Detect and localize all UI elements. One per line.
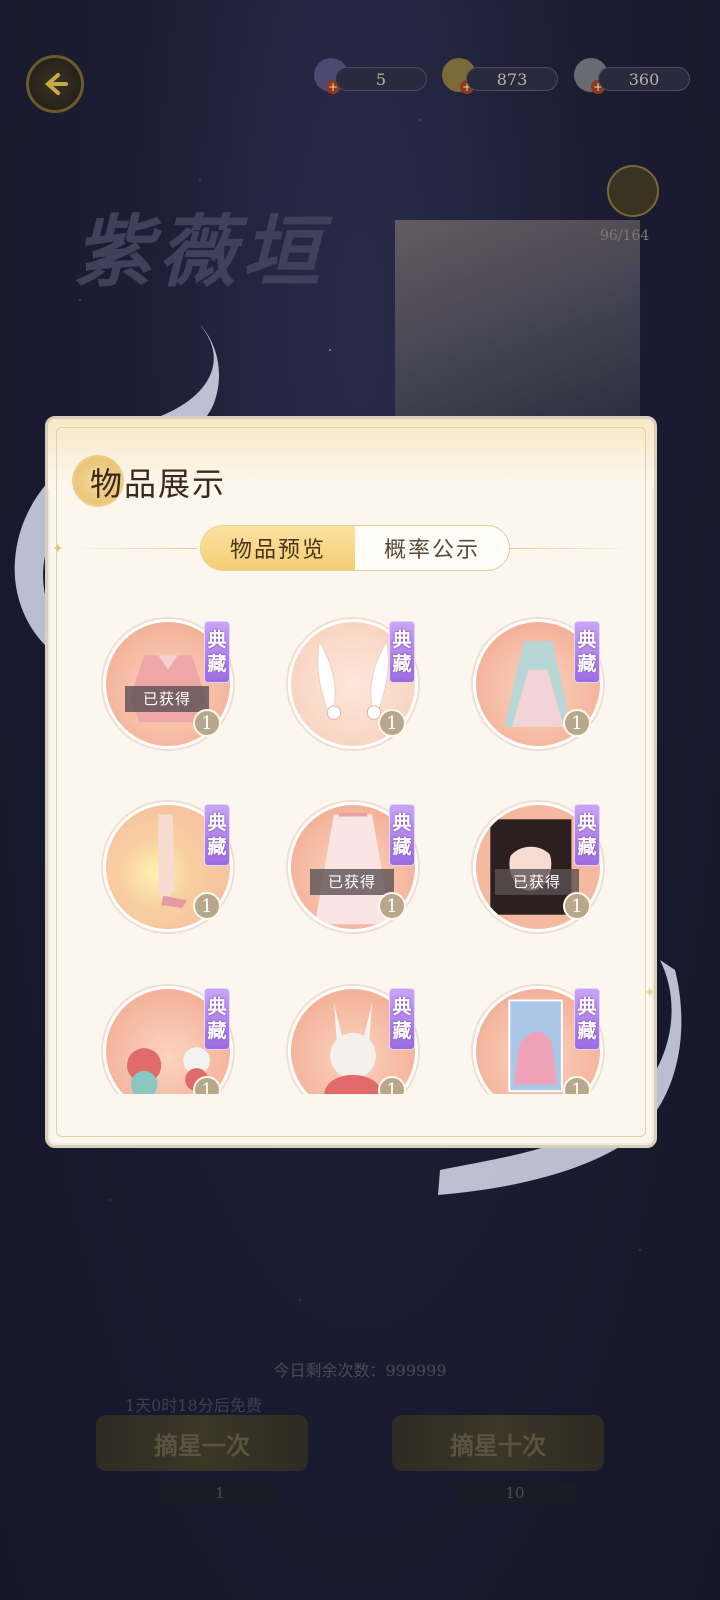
tab-item-preview[interactable]: 物品预览 xyxy=(201,526,355,570)
collection-tag: 典藏 xyxy=(204,804,230,866)
moon-badge-icon[interactable] xyxy=(607,165,659,217)
collection-tag: 典藏 xyxy=(389,804,415,866)
scene-title: 紫薇垣 xyxy=(74,207,327,298)
collection-tag: 典藏 xyxy=(574,988,600,1050)
collection-tag: 典藏 xyxy=(204,621,230,683)
pull-ten-cost: 10 xyxy=(455,1482,575,1504)
character-banner xyxy=(395,220,640,420)
pull-once-cost: 1 xyxy=(160,1482,280,1504)
item-slot[interactable]: 典藏 1 xyxy=(288,619,424,755)
item-slot[interactable]: 典藏 1 xyxy=(103,986,239,1094)
item-showcase-modal: 物品展示 ✦ 物品预览 概率公示 典藏 已获得 1 典 藏 1 典 藏 1 典 … xyxy=(45,416,657,1148)
item-count: 1 xyxy=(563,709,591,737)
item-slot[interactable]: 典藏 1 xyxy=(473,619,609,755)
item-slot[interactable]: 典藏 已获得 1 xyxy=(288,802,424,938)
item-slot[interactable]: 典藏 1 xyxy=(288,986,424,1094)
free-timer: 1天0时18分后免费 xyxy=(125,1396,262,1415)
obtained-label: 已获得 xyxy=(310,869,394,895)
pearl-count: 360 xyxy=(598,67,690,91)
item-count: 1 xyxy=(563,892,591,920)
item-grid: 典藏 已获得 1 典藏 1 典 藏 1 典 藏 1 典 藏 已获得 1 典 藏 … xyxy=(48,604,654,1094)
item-count: 1 xyxy=(378,709,406,737)
obtained-label: 已获得 xyxy=(125,686,209,712)
modal-tabs: 物品预览 概率公示 xyxy=(200,525,510,571)
item-slot[interactable]: 典藏 已获得 1 xyxy=(103,619,239,755)
tab-probability[interactable]: 概率公示 xyxy=(355,526,509,570)
item-slot[interactable]: 典藏 1 xyxy=(103,802,239,938)
collection-tag: 典藏 xyxy=(574,804,600,866)
gold-count: 873 xyxy=(466,67,558,91)
collection-tag: 典藏 xyxy=(389,621,415,683)
obtained-label: 已获得 xyxy=(495,869,579,895)
collection-tag: 典藏 xyxy=(574,621,600,683)
pull-ten-button[interactable]: 摘星十次 xyxy=(392,1415,604,1471)
sparkle-icon: ✦ xyxy=(644,985,656,1001)
collection-progress: 96/164 xyxy=(600,228,650,244)
item-count: 1 xyxy=(378,892,406,920)
item-slot[interactable]: 典藏 1 xyxy=(473,986,609,1094)
item-count: 1 xyxy=(193,709,221,737)
tab-divider-right xyxy=(510,548,640,549)
modal-title: 物品展示 xyxy=(90,465,227,503)
item-slot[interactable]: 典藏 已获得 1 xyxy=(473,802,609,938)
pull-once-button[interactable]: 摘星一次 xyxy=(96,1415,308,1471)
collection-tag: 典藏 xyxy=(389,988,415,1050)
tab-divider-left xyxy=(68,548,198,549)
collection-tag: 典藏 xyxy=(204,988,230,1050)
sparkle-icon: ✦ xyxy=(52,541,64,557)
item-count: 1 xyxy=(193,892,221,920)
ticket-count: 5 xyxy=(335,67,427,91)
back-button[interactable] xyxy=(26,55,84,113)
back-arrow-icon xyxy=(45,73,68,95)
remaining-pulls: 今日剩余次数：999999 xyxy=(273,1361,447,1380)
